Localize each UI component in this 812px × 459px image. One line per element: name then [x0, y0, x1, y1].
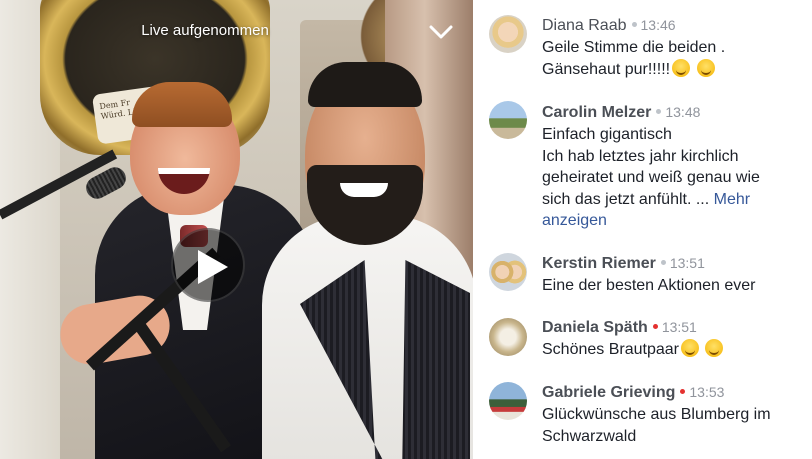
play-button[interactable]: [171, 228, 245, 302]
avatar[interactable]: [489, 253, 527, 291]
comment-text: Eine der besten Aktionen ever: [542, 277, 756, 294]
commenter-name[interactable]: Carolin Melzer: [542, 104, 651, 121]
comment-text: Geile Stimme die beiden . Gänsehaut pur!…: [542, 39, 726, 78]
comment-time: 13:51: [661, 319, 697, 335]
commenter-name[interactable]: Kerstin Riemer: [542, 255, 656, 272]
chevron-down-icon[interactable]: [428, 22, 454, 42]
smile-emoji-icon: [696, 58, 715, 77]
avatar[interactable]: [489, 382, 527, 420]
play-icon: [198, 250, 228, 284]
show-more-link[interactable]: anzeigen: [542, 210, 812, 232]
status-dot: [656, 108, 662, 114]
avatar[interactable]: [489, 15, 527, 53]
show-more-link[interactable]: Mehr: [714, 191, 750, 208]
comment-time: 13:48: [665, 104, 701, 120]
grin-emoji-icon: [705, 339, 724, 357]
status-dot: [680, 388, 686, 394]
singer-right-smile: [340, 183, 388, 197]
status-dot: [660, 259, 666, 265]
smile-emoji-icon: [672, 58, 691, 77]
comment-time: 13:51: [669, 255, 705, 271]
singer-left-hair: [132, 82, 232, 127]
grin-emoji-icon: [680, 339, 699, 357]
status-dot: [652, 323, 658, 329]
comment-time: 13:53: [689, 384, 725, 400]
live-recorded-label: Live aufgenommen: [141, 22, 269, 39]
comment-time: 13:46: [640, 17, 676, 33]
commenter-name[interactable]: Daniela Späth: [542, 319, 648, 336]
comments-panel[interactable]: Diana Raab 13:46 Geile Stimme die beiden …: [473, 0, 812, 459]
video-player[interactable]: Dem Fr Würd. Lit. Live aufgenommen: [0, 0, 473, 459]
status-dot: [631, 21, 637, 27]
singer-right-hair: [308, 62, 422, 107]
commenter-name[interactable]: Diana Raab: [542, 17, 627, 34]
avatar[interactable]: [489, 101, 527, 139]
comment-text: Einfach gigantisch Ich hab letztes jahr …: [542, 124, 812, 232]
comment-text: Glückwünsche aus Blumberg im Schwarzwald: [542, 406, 771, 445]
avatar[interactable]: [489, 318, 527, 356]
comment-text: Schönes Brautpaar: [542, 339, 812, 361]
commenter-name[interactable]: Gabriele Grieving: [542, 384, 675, 401]
